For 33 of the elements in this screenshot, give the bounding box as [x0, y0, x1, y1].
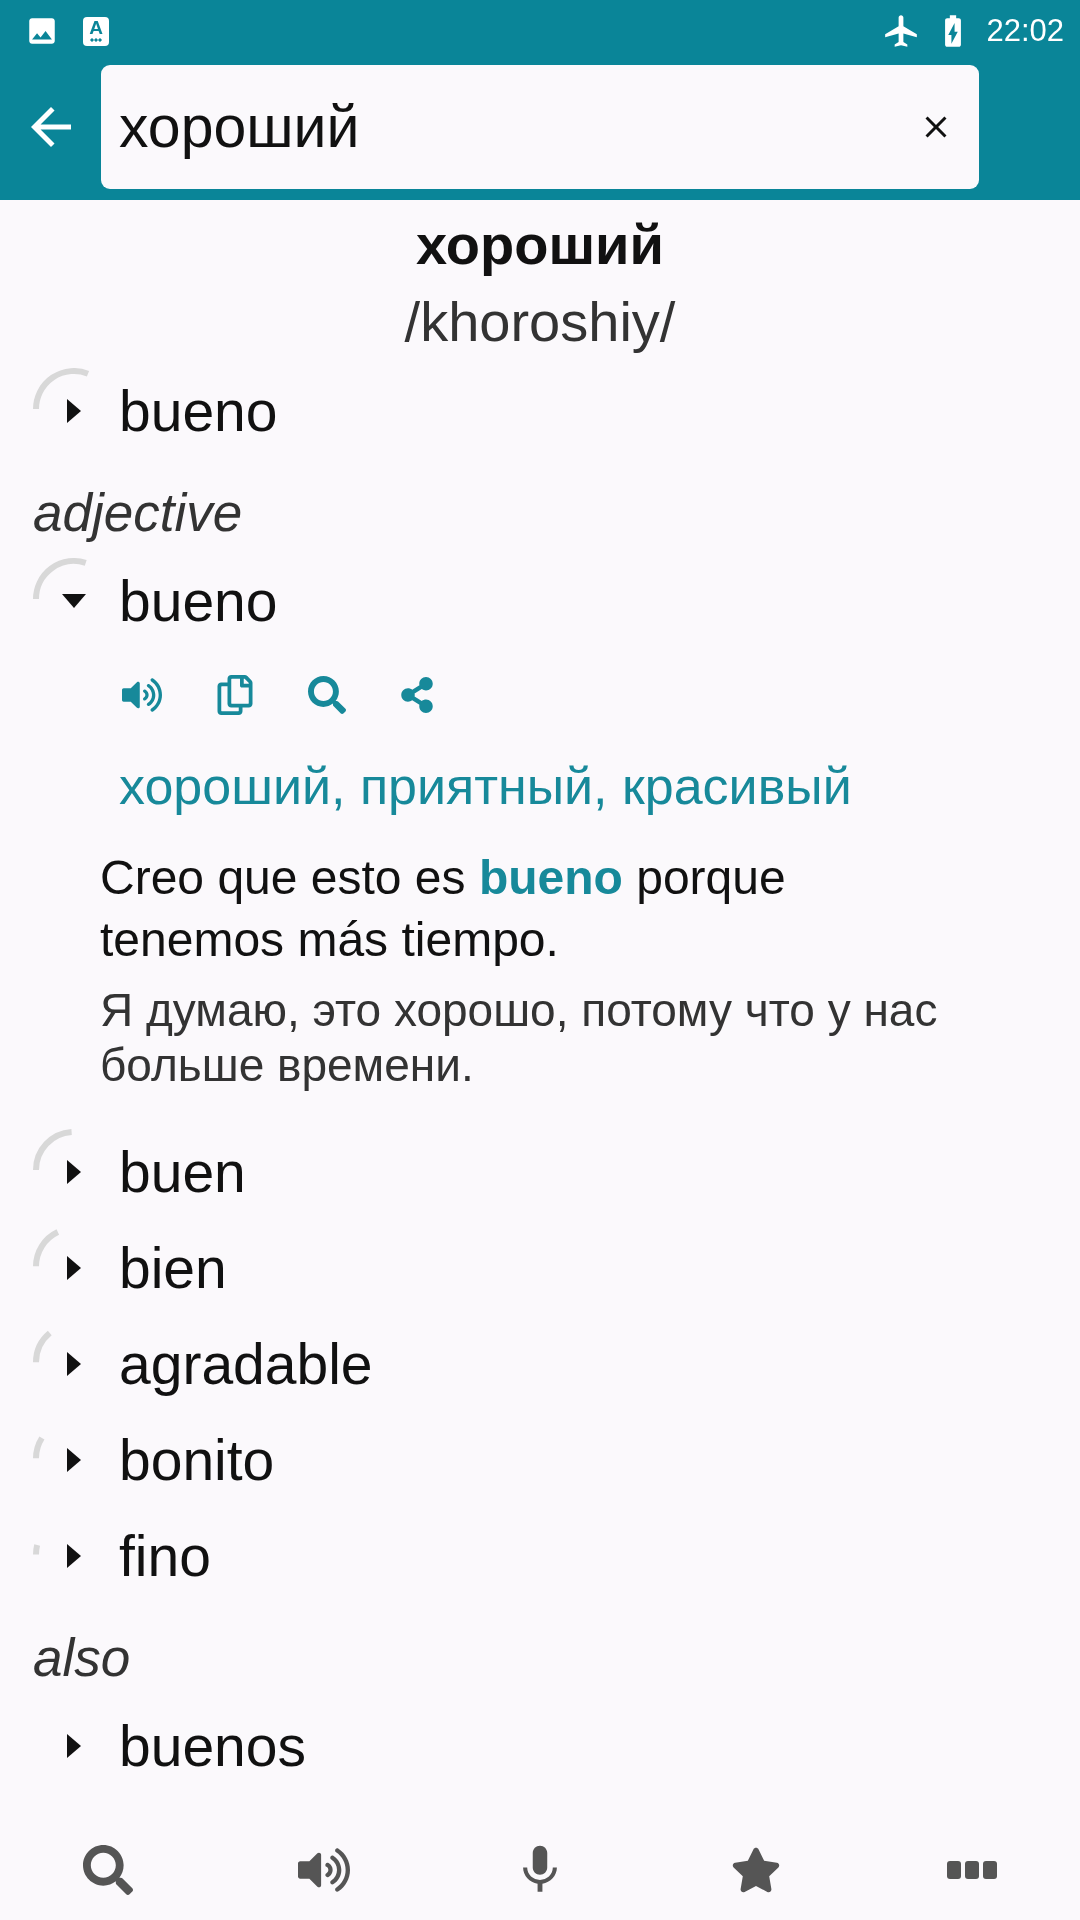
star-icon[interactable] [731, 1845, 781, 1895]
search-field[interactable]: хороший [101, 65, 979, 189]
more-icon[interactable] [947, 1861, 997, 1879]
caret-down-icon[interactable] [62, 594, 86, 608]
transliteration: /khoroshiy/ [403, 290, 677, 354]
word-text[interactable]: buenos [119, 1711, 306, 1781]
caret-right-icon[interactable] [67, 1256, 81, 1280]
word-text[interactable]: bonito [119, 1425, 275, 1495]
status-time: 22:02 [986, 13, 1064, 49]
word-text[interactable]: bien [119, 1233, 227, 1303]
word-text[interactable]: buen [119, 1137, 246, 1207]
copy-icon[interactable] [215, 675, 255, 715]
section-label: also [32, 1628, 132, 1688]
word-text[interactable]: fino [119, 1521, 211, 1591]
search-icon[interactable] [308, 676, 346, 714]
caret-right-icon[interactable] [67, 399, 81, 423]
section-label: adjective [32, 483, 244, 543]
app-notification-icon: A [83, 16, 109, 46]
translations-text: хороший, приятный, красивый [118, 756, 853, 817]
caret-right-icon[interactable] [67, 1160, 81, 1184]
speaker-icon[interactable] [122, 675, 162, 715]
example-translation: Я думаю, это хорошо, потому что у нас больше времени. [99, 983, 939, 1093]
headword: хороший [415, 212, 665, 278]
search-icon[interactable] [83, 1845, 133, 1895]
caret-right-icon[interactable] [67, 1352, 81, 1376]
word-text[interactable]: bueno [119, 376, 278, 446]
word-text[interactable]: bueno [119, 566, 278, 636]
share-icon[interactable] [399, 677, 435, 713]
caret-right-icon[interactable] [67, 1448, 81, 1472]
caret-right-icon[interactable] [67, 1734, 81, 1758]
example-sentence: Creo que esto es bueno porque tenemos más tiempo. [99, 850, 787, 968]
caret-right-icon[interactable] [67, 1544, 81, 1568]
word-text[interactable]: agradable [119, 1329, 373, 1399]
